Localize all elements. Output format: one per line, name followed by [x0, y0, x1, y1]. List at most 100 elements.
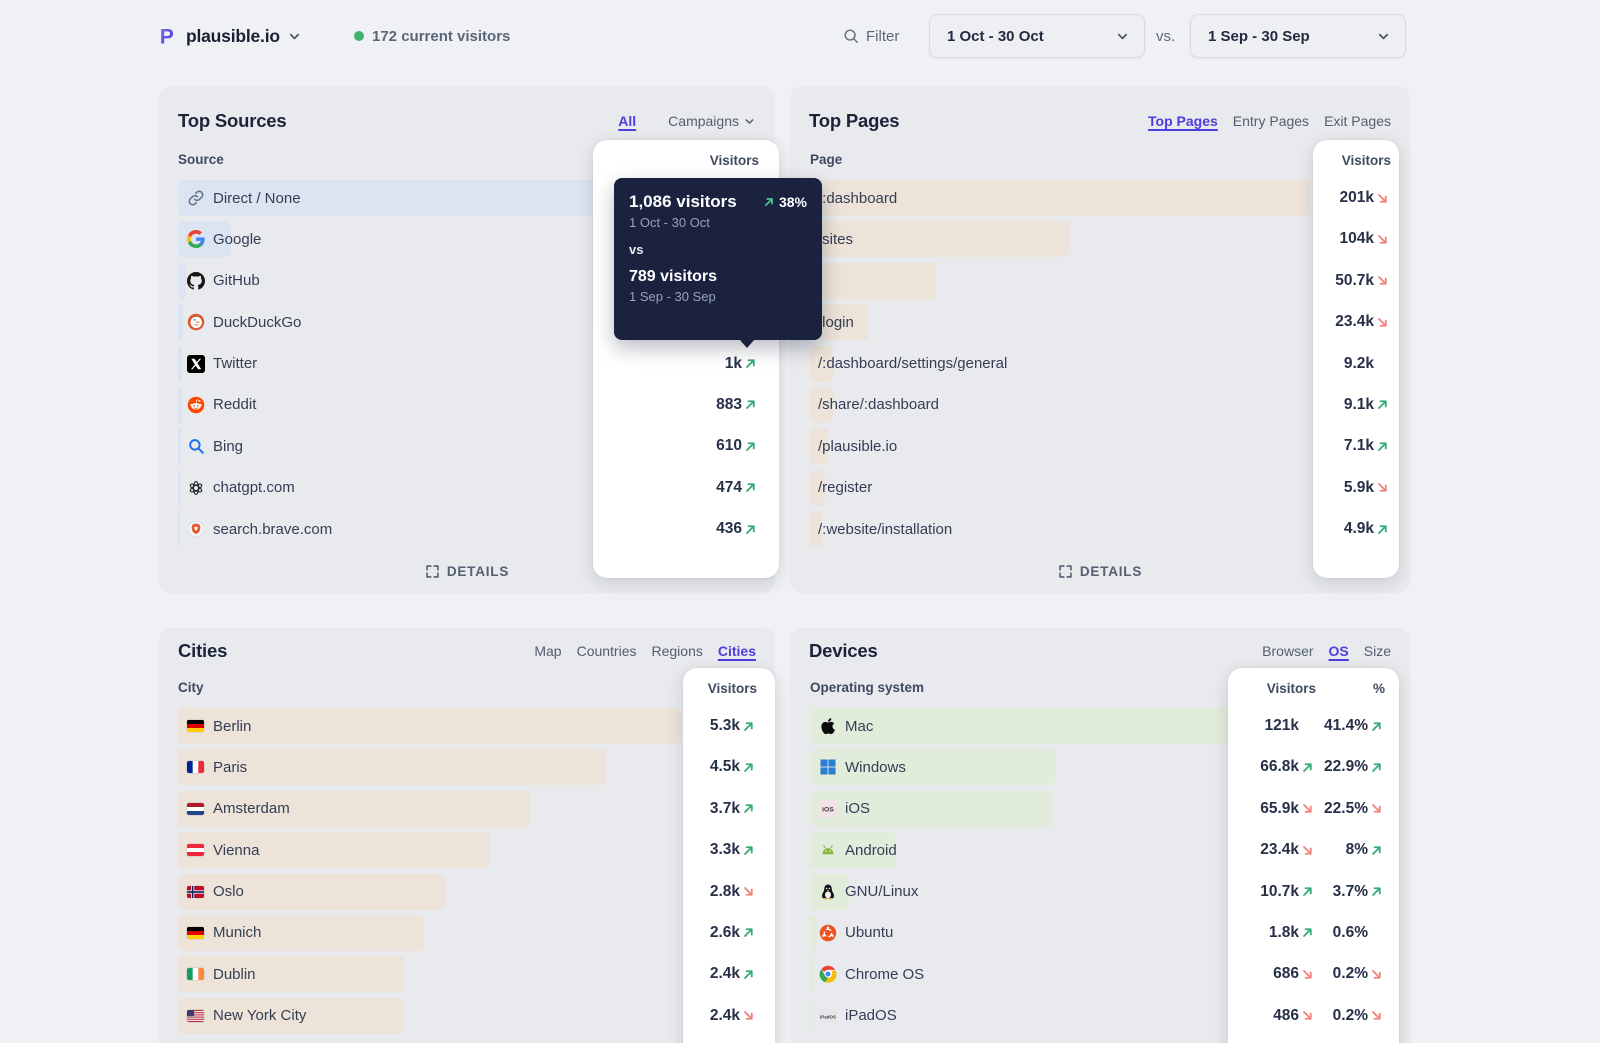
- list-item[interactable]: Paris: [178, 749, 681, 785]
- vs-label: vs.: [1156, 0, 1175, 72]
- trend-arrow-icon: [742, 885, 757, 899]
- value-row: 1k: [593, 346, 779, 382]
- tab[interactable]: Campaigns: [668, 113, 756, 129]
- tab[interactable]: Exit Pages: [1324, 113, 1391, 129]
- list-item[interactable]: Vienna: [178, 832, 681, 868]
- tab[interactable]: Top Pages: [1148, 113, 1218, 129]
- trend-arrow-icon: [1370, 843, 1385, 857]
- os-icon: [819, 758, 837, 776]
- list-item[interactable]: Ubuntu: [810, 915, 1258, 951]
- svg-text:iPadOS: iPadOS: [820, 1014, 836, 1019]
- list-item[interactable]: Dublin: [178, 956, 681, 992]
- svg-text:P: P: [160, 25, 174, 47]
- visitors-card: Visitors 201k104k50.7k23.4k9.2k9.1k7.1k5…: [1313, 140, 1399, 578]
- os-icon: [819, 841, 837, 859]
- list-item[interactable]: /register: [810, 470, 1310, 506]
- source-icon: [187, 355, 205, 373]
- analytics-dashboard: P plausible.io 172 current visitors Filt…: [0, 0, 1600, 1043]
- os-icon: [819, 965, 837, 983]
- list-item[interactable]: iPadOSiPadOS: [810, 998, 1258, 1034]
- tab[interactable]: All: [618, 113, 653, 129]
- tooltip-secondary-value: 789 visitors: [629, 268, 807, 286]
- trend-arrow-icon: [1301, 1009, 1316, 1023]
- svg-text:iOS: iOS: [822, 806, 834, 813]
- trend-arrow-icon: [1370, 802, 1385, 816]
- panel-title: Cities: [178, 640, 227, 662]
- chevron-down-icon: [287, 29, 302, 44]
- value-row: 2.8k: [683, 874, 775, 910]
- trend-arrow-icon: [1301, 760, 1316, 774]
- list-item[interactable]: Chrome OS: [810, 956, 1258, 992]
- comparison-tooltip: 1,086 visitors 38% 1 Oct - 30 Oct vs 789…: [614, 178, 822, 340]
- list-item[interactable]: iOSiOS: [810, 791, 1258, 827]
- value-row: 4860.2%: [1228, 998, 1399, 1034]
- tab[interactable]: Cities: [718, 643, 756, 659]
- tab[interactable]: Entry Pages: [1233, 113, 1309, 129]
- tab[interactable]: OS: [1329, 643, 1349, 659]
- list-item[interactable]: Munich: [178, 915, 681, 951]
- value-row: 1.8k0.6%: [1228, 915, 1399, 951]
- panel-title: Devices: [809, 640, 878, 662]
- list-item[interactable]: Amsterdam: [178, 791, 681, 827]
- value-row: 3.3k: [683, 832, 775, 868]
- list-item[interactable]: /:website/installation: [810, 511, 1310, 547]
- value-row: 4.5k: [683, 749, 775, 785]
- trend-arrow-icon: [1376, 522, 1391, 536]
- country-flag-icon: [187, 803, 204, 815]
- trend-arrow-icon: [744, 398, 759, 412]
- bar: [178, 470, 181, 506]
- column-header: Visitors: [683, 681, 775, 696]
- list-item[interactable]: Mac: [810, 708, 1258, 744]
- trend-arrow-icon: [1370, 719, 1385, 733]
- os-icon: [819, 883, 837, 901]
- list-item[interactable]: /login: [810, 304, 1310, 340]
- visitors-card: Visitors 5.3k4.5k3.7k3.3k2.8k2.6k2.4k2.4…: [683, 668, 775, 1043]
- trend-arrow-icon: [744, 481, 759, 495]
- tab[interactable]: Map: [534, 643, 561, 659]
- trend-arrow-icon: [1376, 191, 1391, 205]
- list-item[interactable]: /share/:dashboard: [810, 387, 1310, 423]
- tooltip-primary-period: 1 Oct - 30 Oct: [629, 215, 807, 230]
- value-row: 201k: [1313, 180, 1399, 216]
- tab[interactable]: Countries: [577, 643, 637, 659]
- country-flag-icon: [187, 1010, 204, 1022]
- trend-arrow-icon: [742, 802, 757, 816]
- tab[interactable]: Regions: [652, 643, 703, 659]
- trend-up-icon: [763, 196, 775, 208]
- list-item[interactable]: /:dashboard: [810, 180, 1310, 216]
- source-icon: [187, 396, 205, 414]
- value-row: 5.9k: [1313, 470, 1399, 506]
- bar: [178, 346, 182, 382]
- list-item[interactable]: /:dashboard/settings/general: [810, 346, 1310, 382]
- value-row: 5.3k: [683, 708, 775, 744]
- tab[interactable]: Size: [1364, 643, 1391, 659]
- list-item[interactable]: /: [810, 263, 1310, 299]
- value-row: 9.1k: [1313, 387, 1399, 423]
- list-item[interactable]: Oslo: [178, 874, 681, 910]
- trend-arrow-icon: [1370, 1009, 1385, 1023]
- source-icon: [187, 479, 205, 497]
- top-nav: P plausible.io 172 current visitors Filt…: [0, 0, 1600, 72]
- os-icon: iOS: [819, 800, 837, 818]
- date-range-dropdown[interactable]: 1 Oct - 30 Oct: [929, 14, 1145, 58]
- list-item[interactable]: /plausible.io: [810, 428, 1310, 464]
- source-icon: [187, 437, 205, 455]
- list-item[interactable]: GNU/Linux: [810, 874, 1258, 910]
- list-item[interactable]: /sites: [810, 221, 1310, 257]
- list-item[interactable]: Android: [810, 832, 1258, 868]
- expand-icon: [1058, 564, 1073, 579]
- list-item[interactable]: New York City: [178, 998, 681, 1034]
- trend-arrow-icon: [1301, 802, 1316, 816]
- list-item[interactable]: Berlin: [178, 708, 681, 744]
- value-row: 883: [593, 387, 779, 423]
- value-row: 2.6k: [683, 915, 775, 951]
- list-item[interactable]: Windows: [810, 749, 1258, 785]
- compare-range-dropdown[interactable]: 1 Sep - 30 Sep: [1190, 14, 1406, 58]
- tooltip-primary-value: 1,086 visitors: [629, 192, 737, 212]
- filter-button[interactable]: Filter: [843, 0, 899, 72]
- trend-arrow-icon: [1370, 967, 1385, 981]
- tab[interactable]: Browser: [1262, 643, 1313, 659]
- trend-arrow-icon: [742, 967, 757, 981]
- value-row: 23.4k: [1313, 304, 1399, 340]
- site-switcher[interactable]: P plausible.io: [157, 0, 302, 72]
